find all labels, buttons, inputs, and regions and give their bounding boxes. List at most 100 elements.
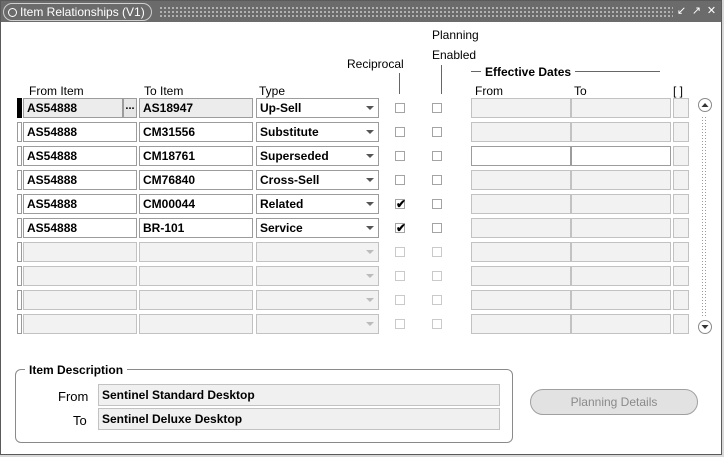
row-indicator[interactable] xyxy=(17,242,22,262)
maximize-icon[interactable]: ↗ xyxy=(690,4,703,18)
effective-from-field[interactable] xyxy=(471,218,571,238)
to-item-field[interactable]: CM31556 xyxy=(139,122,253,142)
effective-to-field[interactable] xyxy=(571,290,671,310)
from-item-field[interactable]: AS54888 xyxy=(23,170,137,190)
window-menu-icon[interactable] xyxy=(8,7,17,17)
effective-to-field[interactable] xyxy=(571,170,671,190)
type-select[interactable] xyxy=(256,290,379,310)
row-indicator[interactable] xyxy=(17,266,22,286)
effective-to-field[interactable] xyxy=(571,122,671,142)
row-indicator[interactable] xyxy=(17,122,22,142)
from-item-field[interactable]: AS54888 xyxy=(23,218,137,238)
planning-enabled-checkbox[interactable] xyxy=(432,247,442,257)
flexfield[interactable] xyxy=(673,122,689,142)
type-select[interactable]: Service xyxy=(256,218,379,238)
type-select[interactable] xyxy=(256,266,379,286)
to-item-field[interactable]: AS18947 xyxy=(139,98,253,118)
reciprocal-checkbox[interactable] xyxy=(395,247,405,257)
effective-to-field[interactable] xyxy=(571,218,671,238)
effective-from-field[interactable] xyxy=(471,290,571,310)
row-indicator[interactable] xyxy=(17,170,22,190)
planning-enabled-checkbox[interactable] xyxy=(432,295,442,305)
close-icon[interactable]: ✕ xyxy=(705,4,718,18)
minimize-icon[interactable]: ↙ xyxy=(675,4,688,18)
effective-from-field[interactable] xyxy=(471,194,571,214)
description-to-field[interactable]: Sentinel Deluxe Desktop xyxy=(98,408,500,430)
effective-to-field[interactable] xyxy=(571,194,671,214)
row-indicator[interactable] xyxy=(17,194,22,214)
flexfield[interactable] xyxy=(673,266,689,286)
to-item-field[interactable]: CM18761 xyxy=(139,146,253,166)
type-select[interactable]: Substitute xyxy=(256,122,379,142)
effective-from-field[interactable] xyxy=(471,122,571,142)
to-item-field[interactable]: BR-101 xyxy=(139,218,253,238)
flexfield[interactable] xyxy=(673,98,689,118)
planning-enabled-checkbox[interactable] xyxy=(432,127,442,137)
row-indicator[interactable] xyxy=(17,98,22,118)
type-select[interactable] xyxy=(256,242,379,262)
from-item-field[interactable] xyxy=(23,242,137,262)
effective-from-field[interactable] xyxy=(471,98,571,118)
effective-from-field[interactable] xyxy=(471,242,571,262)
vertical-scrollbar[interactable] xyxy=(698,98,712,334)
row-indicator[interactable] xyxy=(17,290,22,310)
scroll-down-button[interactable] xyxy=(698,320,712,334)
to-item-field[interactable] xyxy=(139,314,253,334)
reciprocal-checkbox[interactable]: ✔ xyxy=(395,222,406,234)
to-item-field[interactable] xyxy=(139,266,253,286)
flexfield[interactable] xyxy=(673,290,689,310)
planning-details-button[interactable]: Planning Details xyxy=(530,389,698,415)
to-item-field[interactable] xyxy=(139,290,253,310)
type-select[interactable]: Cross-Sell xyxy=(256,170,379,190)
type-select[interactable]: Up-Sell xyxy=(256,98,379,118)
flexfield[interactable] xyxy=(673,170,689,190)
effective-to-field[interactable] xyxy=(571,146,671,166)
reciprocal-checkbox[interactable] xyxy=(395,319,405,329)
reciprocal-checkbox[interactable] xyxy=(395,127,405,137)
effective-to-field[interactable] xyxy=(571,98,671,118)
from-item-field[interactable]: AS54888 xyxy=(23,98,123,118)
lov-button[interactable]: ... xyxy=(123,98,137,118)
to-item-field[interactable]: CM00044 xyxy=(139,194,253,214)
effective-to-field[interactable] xyxy=(571,314,671,334)
effective-from-field[interactable] xyxy=(471,266,571,286)
row-indicator[interactable] xyxy=(17,314,22,334)
scroll-track[interactable] xyxy=(701,116,707,316)
to-item-field[interactable]: CM76840 xyxy=(139,170,253,190)
planning-enabled-checkbox[interactable] xyxy=(432,175,442,185)
planning-enabled-checkbox[interactable] xyxy=(432,319,442,329)
flexfield[interactable] xyxy=(673,314,689,334)
type-select[interactable]: Related xyxy=(256,194,379,214)
effective-to-field[interactable] xyxy=(571,266,671,286)
from-item-field[interactable]: AS54888 xyxy=(23,194,137,214)
type-select[interactable] xyxy=(256,314,379,334)
reciprocal-checkbox[interactable] xyxy=(395,175,405,185)
flexfield[interactable] xyxy=(673,218,689,238)
effective-to-field[interactable] xyxy=(571,242,671,262)
from-item-field[interactable]: AS54888 xyxy=(23,122,137,142)
description-from-field[interactable]: Sentinel Standard Desktop xyxy=(98,384,500,406)
reciprocal-checkbox[interactable] xyxy=(395,151,405,161)
title-bar[interactable]: Item Relationships (V1) ↙ ↗ ✕ xyxy=(1,1,721,22)
flexfield[interactable] xyxy=(673,242,689,262)
reciprocal-checkbox[interactable] xyxy=(395,271,405,281)
from-item-field[interactable] xyxy=(23,314,137,334)
reciprocal-checkbox[interactable] xyxy=(395,295,405,305)
flexfield[interactable] xyxy=(673,146,689,166)
flexfield[interactable] xyxy=(673,194,689,214)
planning-enabled-checkbox[interactable] xyxy=(432,103,442,113)
planning-enabled-checkbox[interactable] xyxy=(432,199,442,209)
reciprocal-checkbox[interactable]: ✔ xyxy=(395,198,406,210)
type-select[interactable]: Superseded xyxy=(256,146,379,166)
from-item-field[interactable]: AS54888 xyxy=(23,146,137,166)
from-item-field[interactable] xyxy=(23,290,137,310)
effective-from-field[interactable] xyxy=(471,170,571,190)
row-indicator[interactable] xyxy=(17,146,22,166)
scroll-up-button[interactable] xyxy=(698,98,712,112)
row-indicator[interactable] xyxy=(17,218,22,238)
planning-enabled-checkbox[interactable] xyxy=(432,271,442,281)
to-item-field[interactable] xyxy=(139,242,253,262)
from-item-field[interactable] xyxy=(23,266,137,286)
reciprocal-checkbox[interactable] xyxy=(395,103,405,113)
planning-enabled-checkbox[interactable] xyxy=(432,223,442,233)
